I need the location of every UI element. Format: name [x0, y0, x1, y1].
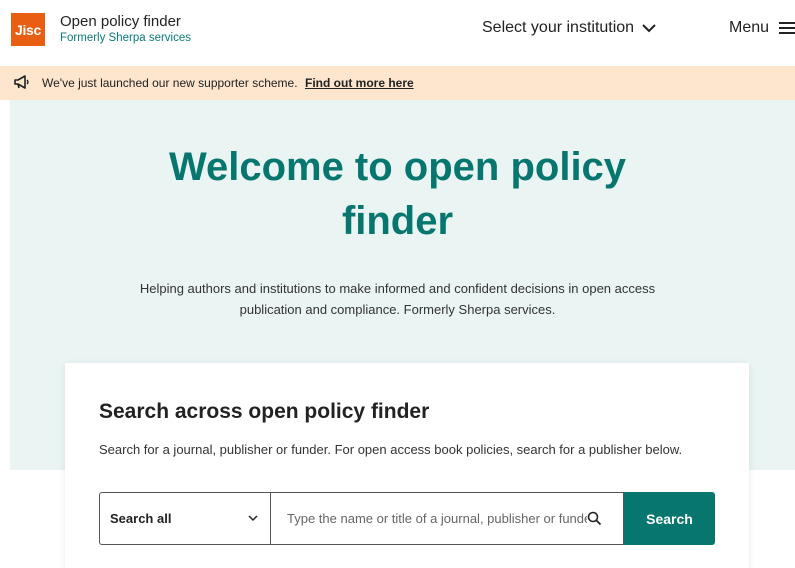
search-heading: Search across open policy finder	[99, 400, 430, 423]
banner-link[interactable]: Find out more here	[305, 76, 414, 90]
brand-subtitle: Formerly Sherpa services	[60, 32, 192, 44]
menu-label: Menu	[729, 19, 770, 36]
megaphone-icon	[14, 75, 29, 89]
search-icon[interactable]	[587, 511, 602, 526]
page-title: Welcome to open policy finder	[168, 145, 627, 243]
search-button[interactable]: Search	[624, 492, 715, 545]
chevron-down-icon	[642, 24, 656, 33]
site-header: Jisc Open policy finder Formerly Sherpa …	[0, 0, 795, 66]
menu-button[interactable]: Menu	[729, 19, 795, 37]
search-description: Search for a journal, publisher or funde…	[99, 442, 683, 457]
hamburger-icon	[779, 22, 795, 34]
hero-description: Helping authors and institutions to make…	[139, 281, 656, 317]
brand-title[interactable]: Open policy finder	[60, 13, 181, 30]
announcement-banner: We've just launched our new supporter sc…	[0, 66, 795, 100]
search-card: Search across open policy finder Search …	[65, 363, 749, 568]
banner-text: We've just launched our new supporter sc…	[42, 76, 298, 90]
search-input[interactable]	[287, 511, 587, 526]
search-form: Search all Search	[99, 492, 715, 545]
institution-label: Select your institution	[482, 19, 635, 36]
chevron-down-icon	[248, 515, 258, 522]
search-scope-select[interactable]: Search all	[99, 492, 270, 545]
search-scope-value: Search all	[110, 511, 172, 526]
institution-selector[interactable]: Select your institution	[482, 19, 656, 37]
search-input-wrapper	[270, 492, 624, 545]
jisc-logo[interactable]: Jisc	[11, 13, 45, 46]
